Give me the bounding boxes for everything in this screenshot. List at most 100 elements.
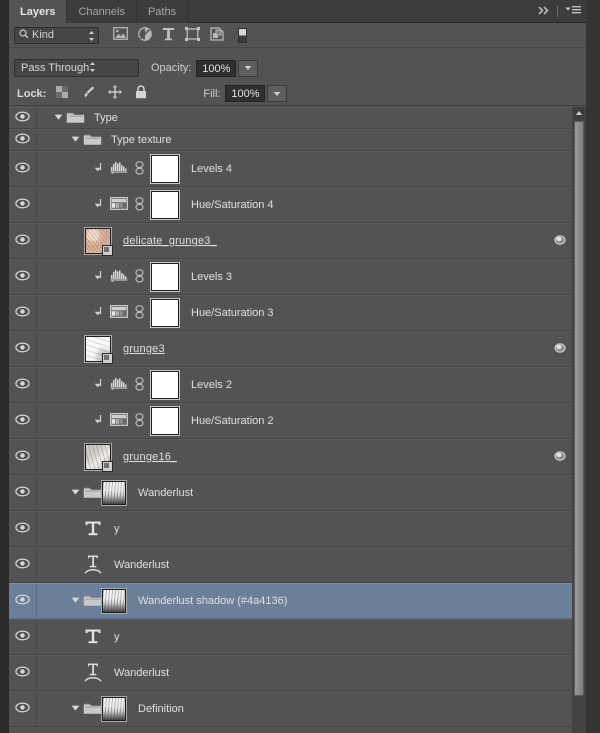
layer-name[interactable]: Levels 4 [191,163,232,175]
layer-thumbnail[interactable] [84,227,113,256]
layer-mask-thumbnail[interactable] [150,406,180,436]
layer-thumbnail[interactable] [84,443,113,472]
layer-effects-icon[interactable] [554,234,568,249]
layer-name[interactable]: Type [94,112,118,124]
double-chevron-right-icon[interactable] [538,5,551,18]
chevron-updown-icon[interactable] [88,30,95,45]
layer-name[interactable]: Levels 3 [191,271,232,283]
layer-name[interactable]: Wanderlust [114,559,169,571]
eye-icon[interactable] [15,594,30,608]
eye-icon[interactable] [15,666,30,680]
eye-icon[interactable] [15,558,30,572]
eye-icon[interactable] [15,111,30,125]
layer-row[interactable]: Wanderlust [9,547,586,583]
link-icon[interactable] [135,160,144,178]
eye-icon[interactable] [15,630,30,644]
warped-type-layer-icon[interactable] [84,662,102,685]
layer-row[interactable]: Wanderlust [9,655,586,691]
layer-name[interactable]: Levels 2 [191,379,232,391]
layer-row-selected[interactable]: Wanderlust shadow (#4a4136) [9,583,586,619]
opacity-input[interactable]: 100% [196,59,237,77]
type-layer-icon[interactable] [84,519,102,540]
lock-image-pixels-icon[interactable] [81,86,95,102]
layer-name[interactable]: Hue/Saturation 3 [191,307,274,319]
lock-transparent-pixels-icon[interactable] [56,86,69,101]
layer-name[interactable]: Hue/Saturation 2 [191,415,274,427]
adjustment-layer-filter-icon[interactable] [138,26,152,44]
eye-icon[interactable] [15,198,30,212]
filter-kind-dropdown[interactable]: Kind [14,26,99,45]
smart-object-filter-icon[interactable] [210,26,224,44]
fill-input[interactable]: 100% [225,85,266,102]
layer-row[interactable]: Hue/Saturation 2 [9,403,586,439]
type-layer-icon[interactable] [84,627,102,648]
eye-icon[interactable] [15,342,30,356]
layer-name[interactable]: Wanderlust [114,667,169,679]
layer-name[interactable]: Type texture [111,134,172,146]
eye-icon[interactable] [15,306,30,320]
layer-thumbnail[interactable] [101,588,127,614]
eye-icon[interactable] [15,702,30,716]
tab-layers[interactable]: Layers [9,0,68,23]
layer-name[interactable]: grunge3 [123,343,165,355]
scroll-up-arrow-icon[interactable] [574,107,584,119]
shape-layer-filter-icon[interactable] [185,26,200,44]
eye-icon[interactable] [15,162,30,176]
warped-type-layer-icon[interactable] [84,554,102,577]
link-icon[interactable] [135,304,144,322]
layer-name[interactable]: Wanderlust [138,487,193,499]
opacity-stepper[interactable] [238,59,259,77]
layer-mask-thumbnail[interactable] [150,154,180,184]
layer-row[interactable]: grunge3 [9,331,586,367]
layer-effects-icon[interactable] [554,342,568,357]
link-icon[interactable] [135,376,144,394]
layer-name[interactable]: delicate_grunge3_ [123,235,217,247]
layer-row[interactable]: delicate_grunge3_ [9,223,586,259]
layer-effects-icon[interactable] [554,450,568,465]
layer-thumbnail[interactable] [101,696,127,722]
type-layer-filter-icon[interactable] [162,27,175,44]
layer-row[interactable]: Hue/Saturation 4 [9,187,586,223]
layer-name[interactable]: y [114,631,120,643]
filter-toggle-switch[interactable] [238,27,247,43]
group-disclosure-triangle-icon[interactable] [71,595,80,607]
link-icon[interactable] [135,412,144,430]
layer-mask-thumbnail[interactable] [150,370,180,400]
hue-saturation-icon[interactable] [110,197,128,213]
layer-name[interactable]: Wanderlust shadow (#4a4136) [138,595,287,607]
eye-icon[interactable] [15,450,30,464]
layer-row[interactable]: Levels 4 [9,151,586,187]
fill-stepper[interactable] [267,85,288,102]
layer-row[interactable]: Wanderlust [9,475,586,511]
eye-icon[interactable] [15,414,30,428]
tab-paths[interactable]: Paths [136,0,189,23]
layer-name[interactable]: grunge16_ [123,451,177,463]
lock-position-icon[interactable] [108,85,123,102]
blend-mode-dropdown[interactable]: Pass Through [14,59,139,77]
layer-row[interactable]: grunge16_ [9,439,586,475]
levels-icon[interactable] [110,161,128,177]
layer-row[interactable]: Levels 3 [9,259,586,295]
layer-row[interactable]: Definition [9,691,586,727]
layer-name[interactable]: y [114,523,120,535]
link-icon[interactable] [135,268,144,286]
layer-row[interactable]: Hue/Saturation 3 [9,295,586,331]
layer-mask-thumbnail[interactable] [150,190,180,220]
hue-saturation-icon[interactable] [110,305,128,321]
layer-name[interactable]: Definition [138,703,184,715]
link-icon[interactable] [135,196,144,214]
layer-row[interactable]: Type [9,107,586,129]
hue-saturation-icon[interactable] [110,413,128,429]
lock-all-icon[interactable] [135,85,147,102]
tab-channels[interactable]: Channels [67,0,137,23]
layer-mask-thumbnail[interactable] [150,262,180,292]
levels-icon[interactable] [110,269,128,285]
group-disclosure-triangle-icon[interactable] [71,487,80,499]
layer-list[interactable]: Type Type texture Levels 4 Hue/Saturation 4… [9,107,586,733]
layer-row[interactable]: y [9,511,586,547]
chevron-updown-icon[interactable] [89,61,96,76]
layer-row[interactable]: Type texture [9,129,586,151]
levels-icon[interactable] [110,377,128,393]
layer-name[interactable]: Hue/Saturation 4 [191,199,274,211]
eye-icon[interactable] [15,133,30,147]
